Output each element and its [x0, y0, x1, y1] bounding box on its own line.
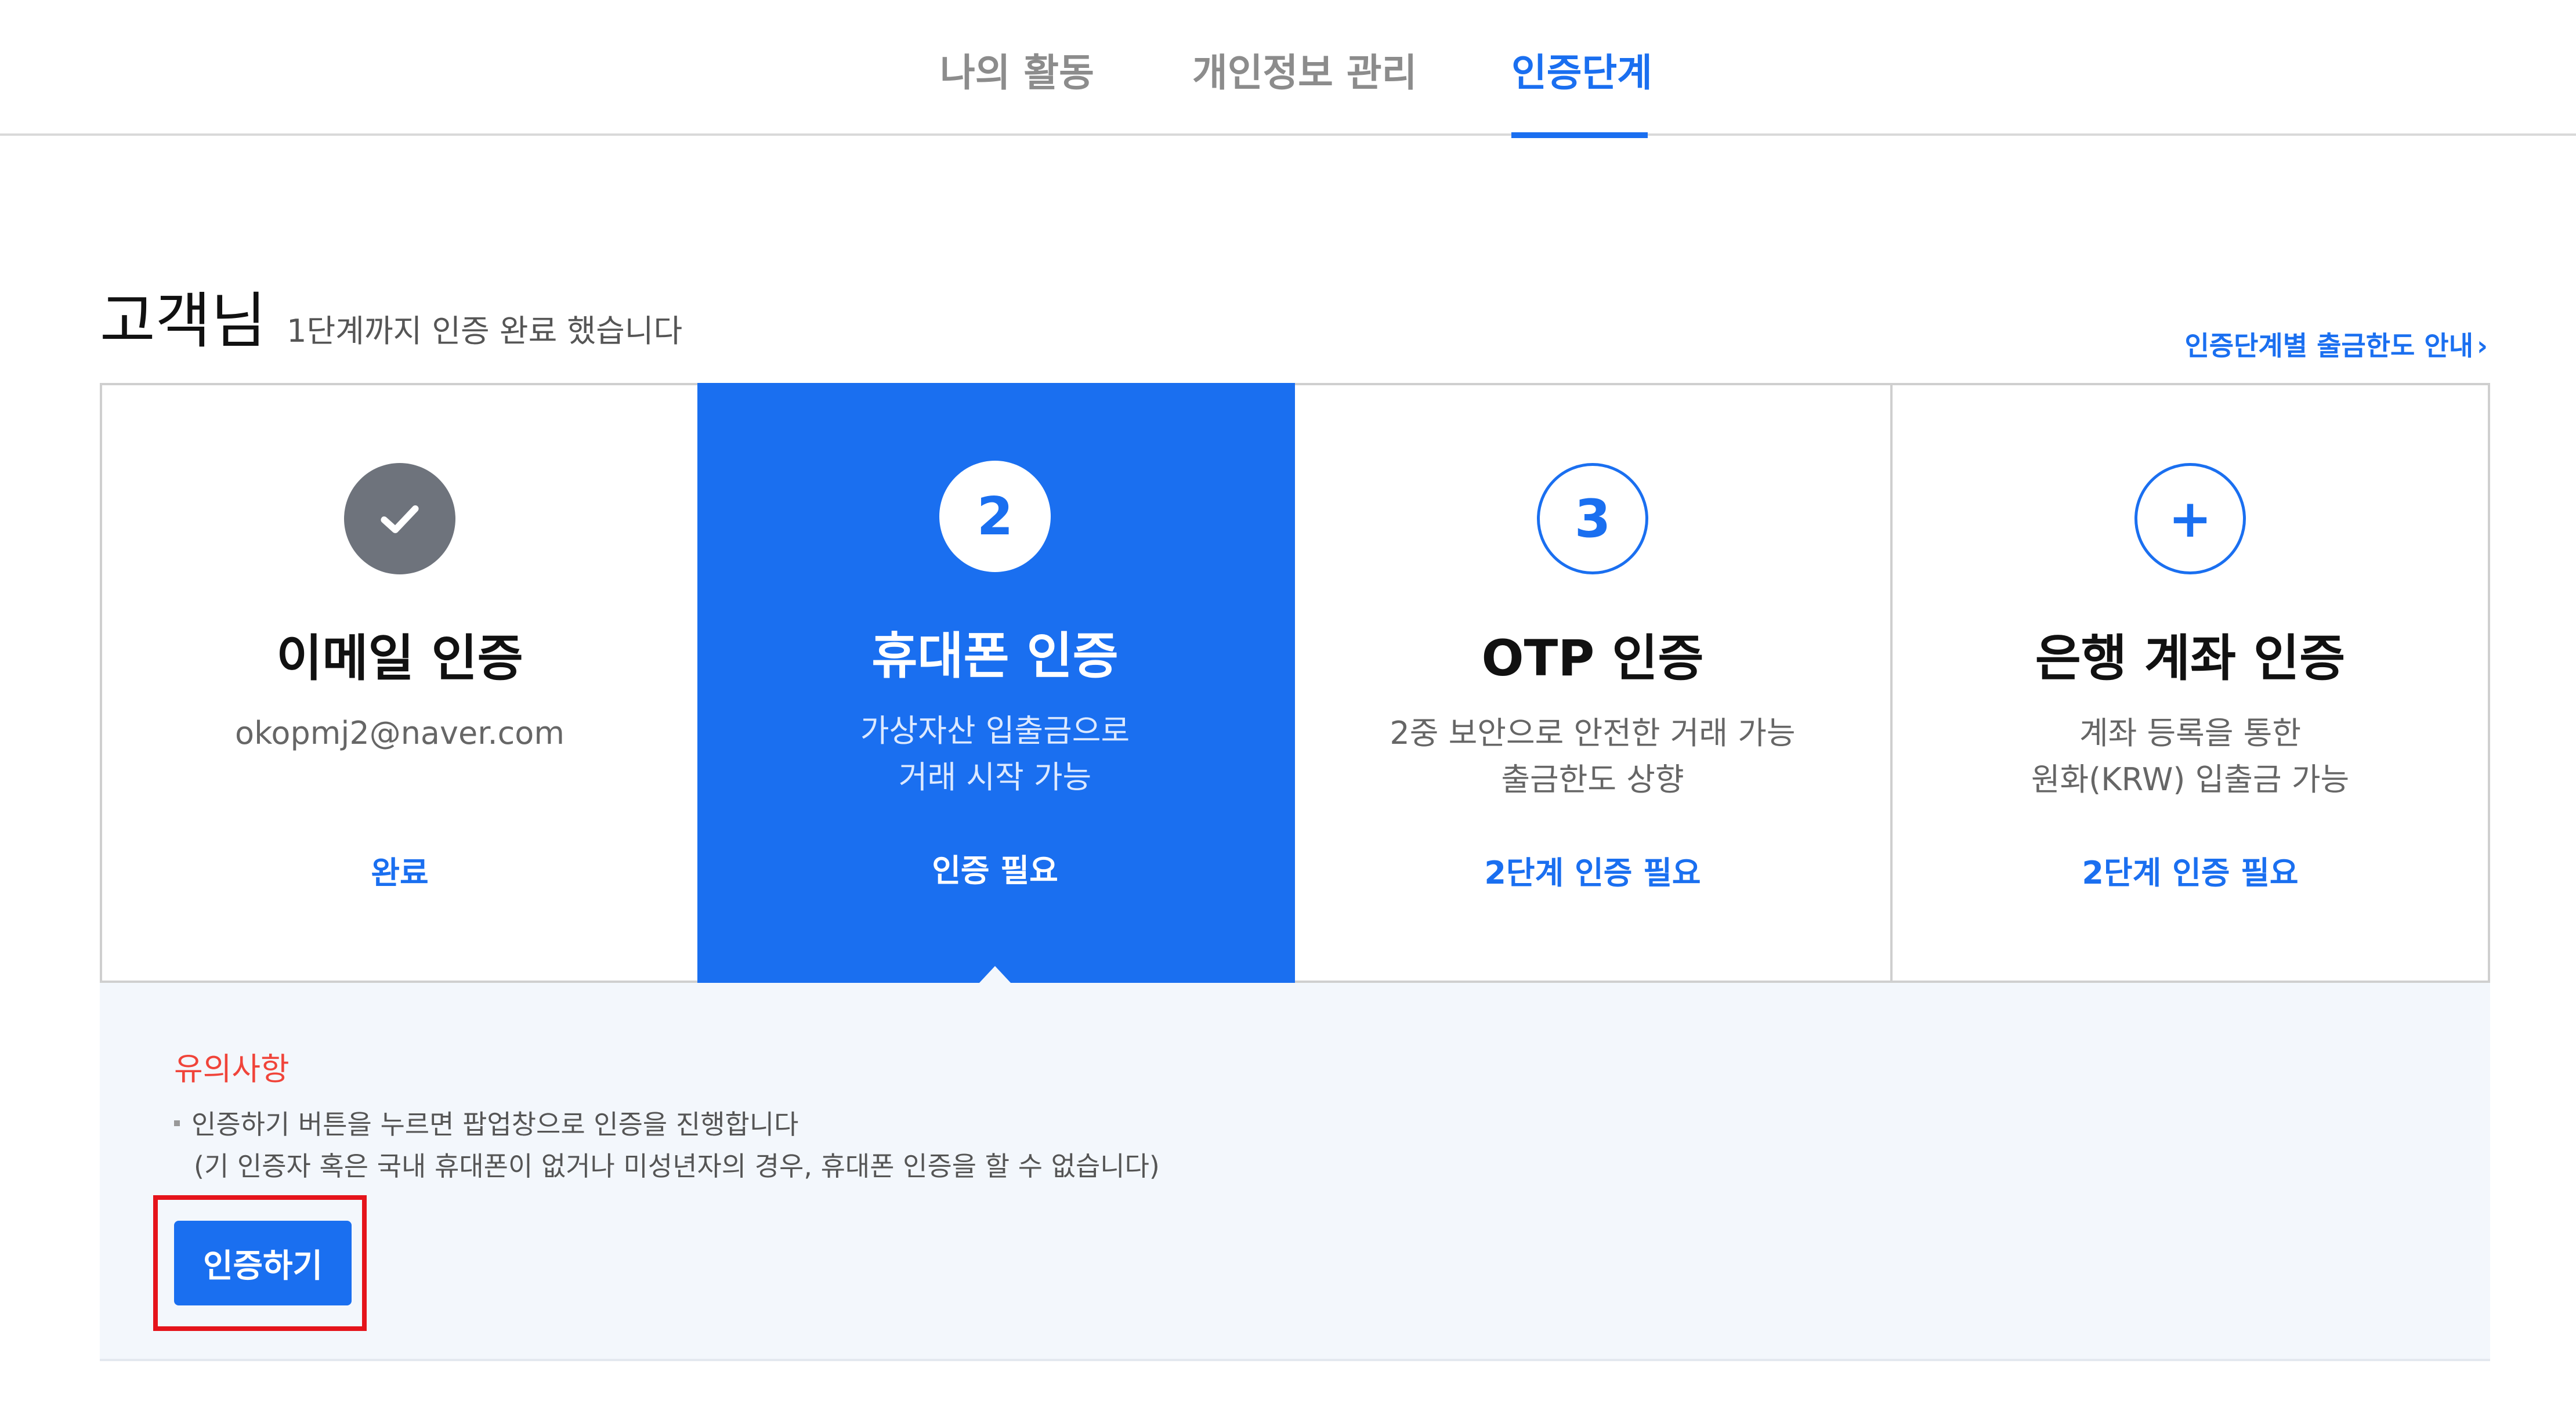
- verification-steps: 이메일 인증 okopmj2@naver.com 완료 2 휴대폰 인증 가상자…: [100, 383, 2490, 983]
- step-description-line: 원화(KRW) 입출금 가능: [2031, 761, 2350, 798]
- step-card-bank-account[interactable]: + 은행 계좌 인증 계좌 등록을 통한 원화(KRW) 입출금 가능 2단계 …: [1893, 385, 2488, 981]
- notice-line: 인증하기 버튼을 누르면 팝업창으로 인증을 진행합니다: [174, 1104, 798, 1142]
- notice-line: (기 인증자 혹은 국내 휴대폰이 없거나 미성년자의 경우, 휴대폰 인증을 …: [194, 1151, 1160, 1182]
- step-description-line: 출금한도 상향: [1501, 761, 1684, 798]
- user-name: 고객님: [100, 285, 267, 356]
- tab-personal-info[interactable]: 개인정보 관리: [1192, 42, 1417, 136]
- step-number-2: 2: [939, 461, 1051, 572]
- step-card-phone[interactable]: 2 휴대폰 인증 가상자산 입출금으로 거래 시작 가능 인증 필요: [697, 383, 1295, 983]
- step-card-email[interactable]: 이메일 인증 okopmj2@naver.com 완료: [102, 385, 700, 981]
- step-title: 휴대폰 인증: [871, 627, 1119, 685]
- step-card-otp[interactable]: 3 OTP 인증 2중 보안으로 안전한 거래 가능 출금한도 상향 2단계 인…: [1295, 385, 1893, 981]
- step-status: 인증 필요: [932, 852, 1058, 889]
- step-status: 2단계 인증 필요: [2082, 855, 2299, 891]
- step-description-line: 가상자산 입출금으로: [860, 712, 1130, 749]
- step-description: okopmj2@naver.com: [102, 710, 697, 757]
- step-status: 완료: [371, 855, 429, 891]
- withdrawal-limit-guide-link[interactable]: 인증단계별 출금한도 안내 ›: [2184, 325, 2488, 363]
- step-number-3: 3: [1537, 463, 1648, 574]
- notice-panel: 유의사항 인증하기 버튼을 누르면 팝업창으로 인증을 진행합니다 (기 인증자…: [100, 983, 2490, 1361]
- bullet-icon: [174, 1120, 180, 1126]
- chevron-right-icon: ›: [2477, 330, 2488, 361]
- verify-button[interactable]: 인증하기: [174, 1221, 352, 1305]
- step-description-line: 거래 시작 가능: [898, 759, 1092, 795]
- step-title: 은행 계좌 인증: [2035, 630, 2346, 688]
- notice-title: 유의사항: [174, 1051, 290, 1087]
- tab-verification-level[interactable]: 인증단계: [1511, 42, 1652, 138]
- step-title: OTP 인증: [1481, 630, 1704, 688]
- greeting: 고객님 1단계까지 인증 완료 했습니다: [100, 272, 682, 359]
- notice-line-text: 인증하기 버튼을 누르면 팝업창으로 인증을 진행합니다: [191, 1109, 799, 1140]
- step-description: 계좌 등록을 통한 원화(KRW) 입출금 가능: [1893, 710, 2488, 803]
- step-status: 2단계 인증 필요: [1484, 855, 1701, 891]
- tab-bar: 나의 활동 개인정보 관리 인증단계: [0, 0, 2576, 138]
- step-description-line: 계좌 등록을 통한: [2079, 715, 2302, 751]
- check-icon: [344, 463, 455, 574]
- withdrawal-limit-guide-label: 인증단계별 출금한도 안내: [2184, 330, 2474, 361]
- verification-summary: 1단계까지 인증 완료 했습니다: [287, 313, 683, 349]
- step-title: 이메일 인증: [276, 630, 523, 688]
- step-description-line: 2중 보안으로 안전한 거래 가능: [1390, 715, 1796, 751]
- step-description: 2중 보안으로 안전한 거래 가능 출금한도 상향: [1295, 710, 1890, 803]
- step-email-address: okopmj2@naver.com: [235, 715, 565, 751]
- plus-icon: +: [2134, 463, 2246, 574]
- step-description: 가상자산 입출금으로 거래 시작 가능: [697, 708, 1293, 801]
- tab-my-activity[interactable]: 나의 활동: [940, 42, 1094, 136]
- check-icon-glyph: [381, 505, 419, 533]
